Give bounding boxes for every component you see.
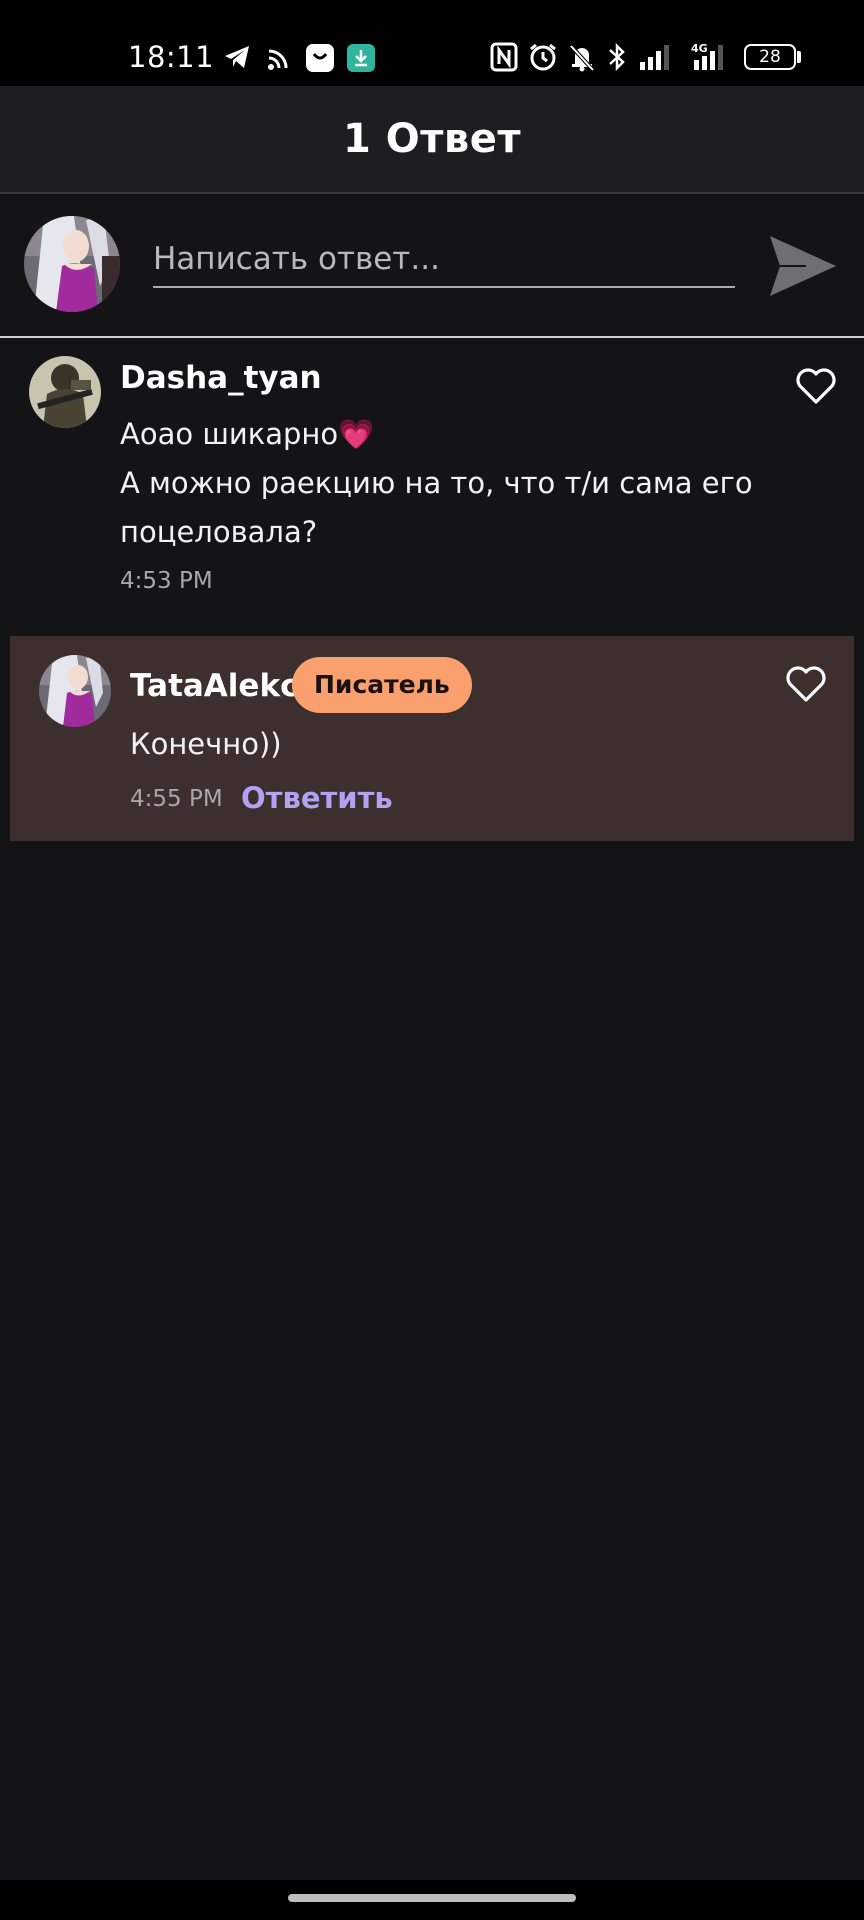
download-icon	[347, 44, 375, 72]
heart-emoji: 💗	[338, 417, 375, 451]
alarm-icon	[530, 43, 556, 71]
comment-line-2: А можно раекцию на то, что т/и сама его	[120, 466, 753, 500]
comment-line-1: Аоао шикарно	[120, 417, 339, 451]
home-indicator[interactable]	[288, 1894, 576, 1902]
reply-input[interactable]	[153, 232, 735, 288]
comment-line-3: поцеловала?	[120, 515, 318, 549]
comment-text: Аоао шикарно💗 А можно раекцию на то, что…	[120, 410, 760, 557]
mute-icon	[569, 44, 595, 72]
comment-time: 4:53 PM	[120, 568, 213, 594]
writer-badge: Писатель	[292, 657, 472, 713]
reply-link[interactable]: Ответить	[241, 781, 393, 815]
compose-bar	[0, 194, 864, 338]
app-icon	[306, 44, 334, 72]
signal-4g-icon: 4G	[691, 42, 723, 70]
my-avatar	[24, 216, 120, 312]
reply-username[interactable]: TataAlekc	[130, 668, 298, 704]
comment-username[interactable]: Dasha_tyan	[120, 360, 322, 396]
signal-icon	[640, 45, 669, 70]
commenter-avatar[interactable]	[29, 356, 101, 428]
bluetooth-icon	[609, 42, 625, 72]
heart-icon[interactable]	[784, 664, 828, 704]
heart-icon[interactable]	[794, 366, 838, 406]
telegram-icon	[225, 46, 249, 68]
reply-time: 4:55 PM	[130, 786, 223, 812]
nfc-icon	[490, 42, 518, 72]
comment-item: Dasha_tyan Аоао шикарно💗 А можно раекцию…	[0, 340, 864, 630]
status-time: 18:11	[128, 40, 215, 74]
commenter-avatar[interactable]	[39, 655, 111, 727]
status-bar: 18:11 4G 28	[0, 0, 864, 86]
header: 1 Ответ	[0, 86, 864, 194]
cast-icon	[268, 49, 288, 70]
battery-icon: 28	[744, 44, 796, 70]
svg-text:4G: 4G	[691, 42, 708, 55]
battery-nub	[797, 51, 801, 63]
page-title: 1 Ответ	[342, 116, 522, 162]
send-button[interactable]	[766, 230, 838, 302]
reply-text: Конечно))	[130, 727, 282, 761]
